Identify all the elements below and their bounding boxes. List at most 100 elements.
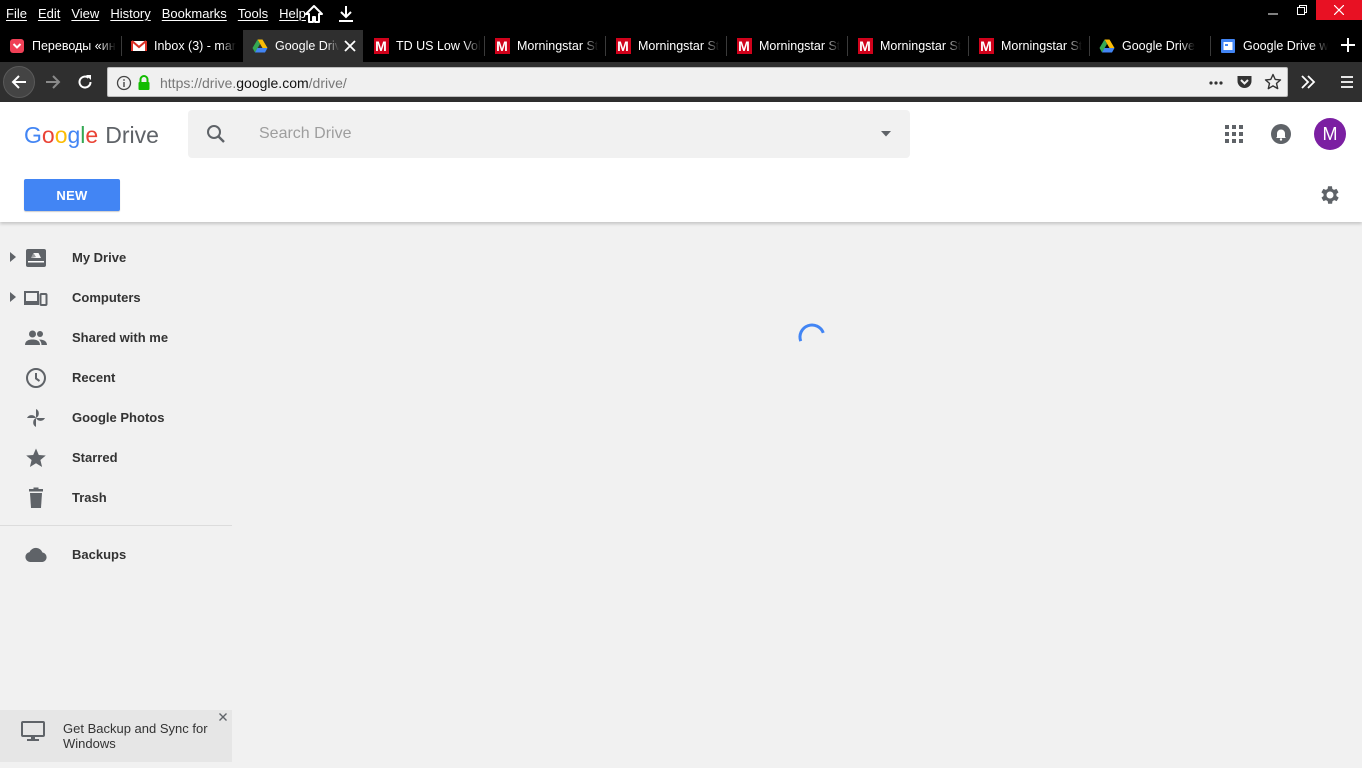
sidebar-item-backups[interactable]: Backups (0, 537, 232, 573)
tab-title: Morningstar St (638, 39, 720, 53)
menu-tools[interactable]: Tools (238, 6, 268, 21)
browser-menubar: File Edit View History Bookmarks Tools H… (0, 0, 1362, 28)
tab-google-sites[interactable]: Google Drive w (1211, 30, 1331, 62)
window-controls (1258, 0, 1362, 20)
tab-title: Google Drive (275, 39, 339, 53)
google-wordmark: Google (24, 122, 98, 149)
pocket-icon (9, 38, 25, 54)
search-input[interactable]: Search Drive (259, 125, 351, 143)
bookmark-star-icon[interactable] (1264, 73, 1282, 91)
sidebar-item-trash[interactable]: Trash (0, 480, 232, 516)
pocket-save-icon[interactable] (1236, 74, 1253, 91)
tab-morningstar-3[interactable]: M Morningstar St (727, 30, 847, 62)
forward-button[interactable] (37, 66, 69, 98)
promo-text: Get Backup and Sync for Windows (63, 721, 208, 751)
morningstar-icon: M (615, 38, 631, 54)
tab-title: Inbox (3) - mar (154, 39, 236, 53)
download-icon[interactable] (336, 4, 356, 24)
sidebar-item-starred[interactable]: Starred (0, 440, 232, 476)
sidebar-item-label: Computers (72, 290, 141, 305)
hamburger-menu-icon[interactable] (1339, 74, 1355, 90)
new-button[interactable]: NEW (24, 179, 120, 211)
window-close-icon[interactable] (1316, 0, 1362, 20)
tab-title: Google Drive (1122, 39, 1195, 53)
tab-morningstar-5[interactable]: M Morningstar St (969, 30, 1089, 62)
morningstar-icon: M (494, 38, 510, 54)
sidebar-item-my-drive[interactable]: My Drive (0, 240, 232, 276)
menu-help[interactable]: Help (279, 6, 306, 21)
sidebar-item-label: Shared with me (72, 330, 169, 345)
url-suffix: /drive/ (308, 75, 347, 91)
sidebar-item-label: Trash (72, 490, 107, 505)
tab-google-drive-2[interactable]: Google Drive (1090, 30, 1210, 62)
drive-header: Google Drive Search Drive M NEW (0, 102, 1362, 222)
tab-strip: Переводы «ин Inbox (3) - mar Google Driv… (0, 28, 1362, 62)
page-actions-icon[interactable] (1208, 76, 1224, 90)
menu-history[interactable]: History (110, 6, 150, 21)
sidebar-item-label: Recent (72, 370, 116, 385)
home-icon[interactable] (304, 4, 324, 24)
loading-spinner-icon (798, 323, 825, 342)
tab-title: Morningstar St (759, 39, 841, 53)
tab-gmail[interactable]: Inbox (3) - mar (122, 30, 242, 62)
expand-caret-icon[interactable] (10, 292, 16, 302)
morningstar-icon: M (373, 38, 389, 54)
arrow-right-icon (46, 75, 61, 89)
logo-letter: e (85, 122, 99, 148)
sidebar-item-label: Google Photos (72, 410, 165, 425)
logo-letter: G (24, 122, 42, 148)
clock-icon (26, 368, 46, 388)
trash-icon (29, 487, 43, 508)
notifications-bell-icon[interactable] (1270, 123, 1292, 145)
menu-list: File Edit View History Bookmarks Tools H… (6, 6, 306, 21)
pinwheel-icon (27, 409, 45, 427)
google-apps-icon[interactable] (1224, 124, 1244, 144)
menu-view[interactable]: View (71, 6, 99, 21)
backup-sync-promo[interactable]: Get Backup and Sync for Windows (0, 710, 232, 762)
search-icon[interactable] (205, 123, 227, 145)
reload-button[interactable] (69, 66, 101, 98)
google-drive-icon (252, 38, 268, 54)
expand-caret-icon[interactable] (10, 252, 16, 262)
sidebar: My Drive Computers Shared with me Recent… (0, 222, 232, 768)
url-text[interactable]: https://drive.google.com/drive/ (160, 75, 347, 91)
search-options-dropdown-icon[interactable] (880, 130, 892, 138)
product-name: Drive (105, 122, 159, 148)
url-bar[interactable]: https://drive.google.com/drive/ (107, 67, 1288, 97)
tab-morningstar-1[interactable]: M Morningstar St (485, 30, 605, 62)
tab-morningstar-2[interactable]: M Morningstar St (606, 30, 726, 62)
account-avatar[interactable]: M (1314, 118, 1346, 150)
minimize-icon[interactable] (1258, 0, 1287, 20)
tab-td-us-low-vol[interactable]: M TD US Low Vol (364, 30, 484, 62)
tab-morningstar-4[interactable]: M Morningstar St (848, 30, 968, 62)
tab-pocket[interactable]: Переводы «ин (0, 30, 121, 62)
menu-edit[interactable]: Edit (38, 6, 60, 21)
info-icon[interactable] (116, 75, 132, 91)
new-tab-icon[interactable] (1340, 37, 1356, 53)
morningstar-icon: M (857, 38, 873, 54)
arrow-left-icon (11, 75, 26, 89)
google-sites-icon (1220, 38, 1236, 54)
tab-title: Google Drive w (1243, 39, 1329, 53)
sidebar-item-google-photos[interactable]: Google Photos (0, 400, 232, 436)
url-prefix: https://drive. (160, 75, 237, 91)
shared-people-icon (25, 330, 47, 345)
tab-google-drive-active[interactable]: Google Drive (243, 30, 363, 62)
url-domain: google.com (236, 75, 309, 91)
search-bar[interactable]: Search Drive (188, 110, 910, 158)
morningstar-icon: M (736, 38, 752, 54)
settings-gear-icon[interactable] (1318, 183, 1342, 207)
sidebar-item-computers[interactable]: Computers (0, 280, 232, 316)
menu-file[interactable]: File (6, 6, 27, 21)
google-drive-logo[interactable]: Google Drive (24, 122, 159, 149)
menu-bookmarks[interactable]: Bookmarks (162, 6, 227, 21)
sidebar-item-recent[interactable]: Recent (0, 360, 232, 396)
tab-title: Morningstar St (880, 39, 962, 53)
sidebar-divider (0, 525, 232, 526)
restore-icon[interactable] (1287, 0, 1316, 20)
promo-close-icon[interactable] (218, 712, 228, 722)
overflow-chevrons-icon[interactable] (1300, 74, 1316, 90)
back-button[interactable] (3, 66, 35, 98)
tab-close-icon[interactable] (343, 39, 357, 53)
sidebar-item-shared-with-me[interactable]: Shared with me (0, 320, 232, 356)
